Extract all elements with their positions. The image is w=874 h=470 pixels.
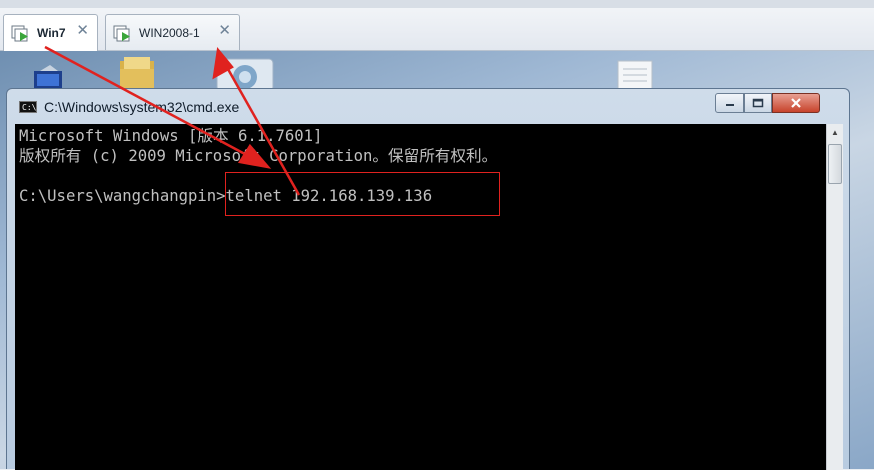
cmd-window[interactable]: C:\ C:\Windows\system32\cmd.exe Microsof…	[6, 88, 850, 470]
folder-icon[interactable]	[114, 55, 160, 91]
close-icon	[791, 98, 801, 108]
tabbar-top-strip	[0, 0, 874, 8]
network-icon[interactable]	[215, 55, 275, 91]
maximize-icon	[752, 98, 764, 108]
scrollbar-thumb[interactable]	[828, 144, 842, 184]
close-button[interactable]	[772, 93, 820, 113]
window-title: C:\Windows\system32\cmd.exe	[44, 99, 240, 115]
vm-running-icon	[113, 23, 133, 43]
document-icon[interactable]	[612, 55, 658, 91]
annotation-highlight-box	[225, 172, 500, 216]
tab-win7[interactable]: Win7 ✕	[3, 14, 98, 51]
tab-win2008-1[interactable]: WIN2008-1 ✕	[105, 14, 240, 50]
console-app-icon: C:\	[19, 101, 37, 113]
computer-icon[interactable]	[28, 55, 68, 91]
tab-label: WIN2008-1	[139, 25, 200, 40]
scroll-up-icon[interactable]: ▲	[827, 124, 843, 141]
maximize-button[interactable]	[744, 93, 772, 113]
cmd-titlebar[interactable]: C:\ C:\Windows\system32\cmd.exe	[7, 89, 849, 125]
close-tab-icon[interactable]: ✕	[218, 23, 231, 39]
console-icon-text: C:\	[22, 103, 37, 112]
minimize-icon	[725, 104, 734, 106]
vertical-scrollbar[interactable]: ▲	[826, 124, 843, 470]
console-line: 版权所有 (c) 2009 Microsoft Corporation。保留所有…	[19, 147, 498, 165]
tab-label: Win7	[37, 26, 66, 40]
vm-tab-bar: Win7 ✕ WIN2008-1 ✕	[0, 0, 874, 51]
close-tab-icon[interactable]: ✕	[76, 23, 89, 39]
vm-running-icon	[11, 23, 31, 43]
console-line: Microsoft Windows [版本 6.1.7601]	[19, 127, 323, 145]
minimize-button[interactable]	[715, 93, 744, 113]
